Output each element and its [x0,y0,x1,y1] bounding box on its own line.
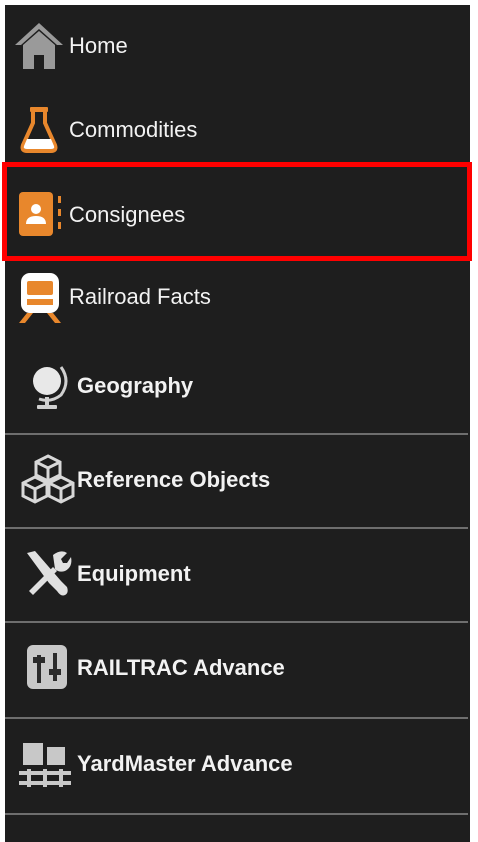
nav-item-home[interactable]: Home [5,21,470,71]
boxes-icon [21,454,75,504]
sliders-icon [27,645,67,689]
nav-group-geography[interactable]: Geography [5,359,470,415]
nav-group-yardmaster-advance-label: YardMaster Advance [77,751,293,776]
home-icon [15,23,63,69]
nav-item-railroad-facts-label: Railroad Facts [69,284,211,309]
nav-group-reference-objects-label: Reference Objects [77,467,271,492]
divider [5,527,468,529]
nav-group-geography-label: Geography [77,373,194,398]
train-icon [19,273,61,323]
divider [5,621,468,623]
nav-item-home-label: Home [69,33,128,58]
nav-group-yardmaster-advance[interactable]: YardMaster Advance [5,737,470,793]
nav-group-railtrac-advance-label: RAILTRAC Advance [77,655,285,680]
nav-item-commodities-label: Commodities [69,117,198,142]
nav-item-commodities[interactable]: Commodities [5,105,470,155]
selection-highlight [2,162,472,261]
flask-icon [20,107,58,153]
divider [5,433,468,435]
divider [5,813,468,815]
divider [5,717,468,719]
tools-icon [27,551,72,596]
sidebar-nav: Home Commodities Consignees Railroad Fac… [5,5,470,842]
yard-icon [19,743,71,787]
nav-group-reference-objects[interactable]: Reference Objects [5,453,470,509]
nav-group-equipment-label: Equipment [77,561,191,586]
globe-icon [33,366,68,409]
nav-group-railtrac-advance[interactable]: RAILTRAC Advance [5,641,470,697]
nav-item-railroad-facts[interactable]: Railroad Facts [5,271,470,323]
nav-group-equipment[interactable]: Equipment [5,547,470,603]
